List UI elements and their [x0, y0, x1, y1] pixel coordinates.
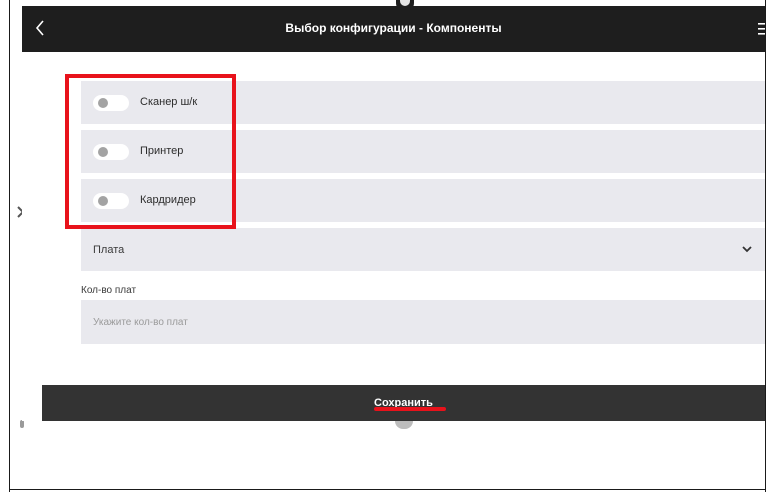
- board-select[interactable]: Плата: [81, 228, 765, 271]
- menu-icon[interactable]: [757, 20, 765, 38]
- save-bar: Сохранить: [42, 385, 765, 421]
- app-bar: Выбор конфигурации - Компоненты: [22, 6, 765, 52]
- save-button[interactable]: Сохранить: [42, 385, 765, 421]
- chevron-down-icon: [742, 246, 752, 253]
- board-count-input[interactable]: [81, 300, 765, 344]
- page-frame-left: [9, 0, 10, 492]
- highlight-annotation-box: [65, 74, 236, 229]
- highlight-underline: [374, 407, 446, 411]
- page-frame-bottom: [9, 489, 766, 490]
- page-title: Выбор конфигурации - Компоненты: [285, 21, 502, 35]
- tablet-screen: Выбор конфигурации - Компоненты Сканер ш…: [22, 0, 765, 421]
- board-count-caption: Кол-во плат: [81, 285, 137, 296]
- bottom-home-notch: [395, 421, 413, 429]
- board-select-value: Плата: [93, 244, 125, 256]
- side-handle: [20, 420, 24, 428]
- page-frame-right: [765, 0, 766, 492]
